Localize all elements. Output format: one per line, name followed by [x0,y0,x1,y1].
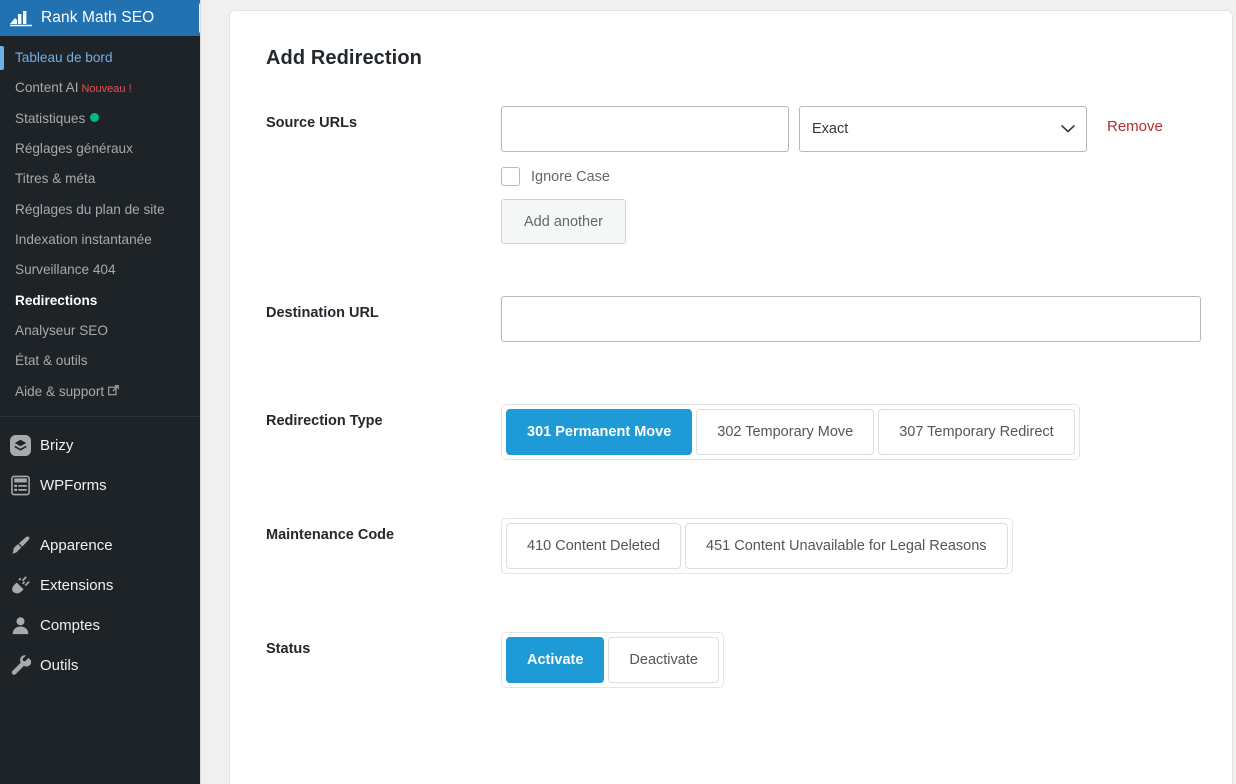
sidebar-item-analyseur-seo[interactable]: Analyseur SEO [0,316,200,346]
layers-icon [9,434,31,456]
sidebar-item-label: Extensions [40,576,114,594]
sidebar-item-label: Tableau de bord [15,50,113,65]
destination-url-controls [501,296,1201,342]
maintenance-code-label: Maintenance Code [266,527,395,543]
redirection-type-button-group: 301 Permanent Move 302 Temporary Move 30… [501,404,1080,460]
sidebar-item-label: Analyseur SEO [15,323,108,339]
maintenance-code-option-451[interactable]: 451 Content Unavailable for Legal Reason… [685,523,1008,569]
rank-math-bars-icon [10,8,32,28]
admin-screen: Rank Math SEO Tableau de bord Content AI… [0,0,1236,784]
sidebar-plugins-group: Brizy WPForms [0,417,200,505]
status-option-activate[interactable]: Activate [506,637,605,683]
user-icon [9,614,31,636]
sidebar-item-redirections[interactable]: Redirections [0,286,200,316]
sidebar-item-tableau-de-bord[interactable]: Tableau de bord [0,43,200,73]
destination-url-label: Destination URL [266,305,379,321]
sidebar-item-aide-support[interactable]: Aide & support [0,377,200,407]
sidebar-item-label: Réglages généraux [15,141,133,157]
sidebar-item-label: Apparence [40,536,113,554]
new-badge: Nouveau ! [81,83,132,96]
redirection-type-option-301[interactable]: 301 Permanent Move [506,409,693,455]
external-link-icon [108,383,119,401]
rank-math-brand-header: Rank Math SEO [0,0,200,36]
sidebar-item-label: Statistiques [15,110,86,126]
sidebar-item-label: Titres & méta [15,171,96,187]
green-status-dot [90,112,100,122]
redirection-type-option-302[interactable]: 302 Temporary Move [696,409,875,455]
admin-sidebar: Rank Math SEO Tableau de bord Content AI… [0,0,200,784]
sidebar-item-comptes[interactable]: Comptes [0,605,200,645]
destination-url-input[interactable] [501,296,1201,342]
status-label: Status [266,641,311,657]
sidebar-item-content-ai[interactable]: Content AI Nouveau ! [0,73,200,103]
wrench-icon [9,654,31,676]
field-row-maintenance-code: Maintenance Code 410 Content Deleted 451… [266,518,1198,574]
redirection-type-label: Redirection Type [266,413,383,429]
status-option-deactivate[interactable]: Deactivate [608,637,719,683]
sidebar-item-reglages-generaux[interactable]: Réglages généraux [0,134,200,164]
sidebar-item-brizy[interactable]: Brizy [0,425,200,465]
field-row-status: Status Activate Deactivate [266,632,1198,688]
sidebar-item-outils[interactable]: Outils [0,645,200,685]
comparison-type-select[interactable]: Exact [799,106,1087,152]
sidebar-item-label: WPForms [40,476,107,494]
sidebar-item-reglages-plan-de-site[interactable]: Réglages du plan de site [0,195,200,225]
source-urls-controls: Exact Remove Ignore Case Add another [501,106,1198,244]
sidebar-item-etat-outils[interactable]: État & outils [0,346,200,376]
maintenance-code-button-group: 410 Content Deleted 451 Content Unavaila… [501,518,1013,574]
sidebar-item-wpforms[interactable]: WPForms [0,465,200,505]
ignore-case-checkbox[interactable] [501,167,520,186]
rank-math-submenu: Tableau de bord Content AI Nouveau ! Stat… [0,36,200,407]
sidebar-item-label: Brizy [40,436,74,454]
ignore-case-label[interactable]: Ignore Case [531,169,610,185]
page-title: Add Redirection [266,47,422,69]
sidebar-arrow-notch [199,3,200,33]
sidebar-item-label: Surveillance 404 [15,262,116,278]
ignore-case-row: Ignore Case [501,167,1198,186]
add-another-button[interactable]: Add another [501,199,627,244]
sidebar-item-apparence[interactable]: Apparence [0,525,200,565]
sidebar-item-titres-meta[interactable]: Titres & méta [0,164,200,194]
sidebar-item-indexation-instantanee[interactable]: Indexation instantanée [0,225,200,255]
sidebar-item-label: Aide & support [15,383,105,399]
maintenance-code-option-410[interactable]: 410 Content Deleted [506,523,682,569]
source-url-input-wrap [501,106,789,152]
sidebar-item-label: Redirections [15,292,98,308]
remove-source-url-link[interactable]: Remove [1107,106,1163,135]
sidebar-item-label: État & outils [15,353,88,369]
rank-math-brand-title: Rank Math SEO [41,9,155,26]
plug-icon [9,574,31,596]
source-urls-label: Source URLs [266,115,358,131]
field-row-source-urls: Source URLs Exact Remove Ignore Case Add… [266,106,1198,244]
source-url-entry-row: Exact Remove [501,106,1198,152]
sidebar-item-extensions[interactable]: Extensions [0,565,200,605]
sidebar-item-label: Comptes [40,616,101,634]
comparison-select-wrap: Exact [799,106,1087,152]
sidebar-item-label: Indexation instantanée [15,232,152,248]
paintbrush-icon [9,534,31,556]
field-row-redirection-type: Redirection Type 301 Permanent Move 302 … [266,404,1198,460]
sidebar-item-statistiques[interactable]: Statistiques [0,104,200,134]
status-controls: Activate Deactivate [501,632,1198,688]
sidebar-item-label: Content AI [15,80,79,96]
source-url-input[interactable] [501,106,789,152]
sidebar-item-surveillance-404[interactable]: Surveillance 404 [0,255,200,285]
sidebar-item-label: Réglages du plan de site [15,201,165,217]
redirection-type-controls: 301 Permanent Move 302 Temporary Move 30… [501,404,1198,460]
redirection-type-option-307[interactable]: 307 Temporary Redirect [878,409,1075,455]
status-button-group: Activate Deactivate [501,632,724,688]
add-redirection-card: Add Redirection Source URLs Exact Remove… [229,10,1233,784]
maintenance-code-controls: 410 Content Deleted 451 Content Unavaila… [501,518,1198,574]
field-row-destination-url: Destination URL [266,296,1201,342]
form-icon [9,474,31,496]
sidebar-core-group: Apparence Extensions Comptes Outils [0,517,200,685]
sidebar-item-label: Outils [40,656,79,674]
content-area: Add Redirection Source URLs Exact Remove… [200,0,1236,784]
